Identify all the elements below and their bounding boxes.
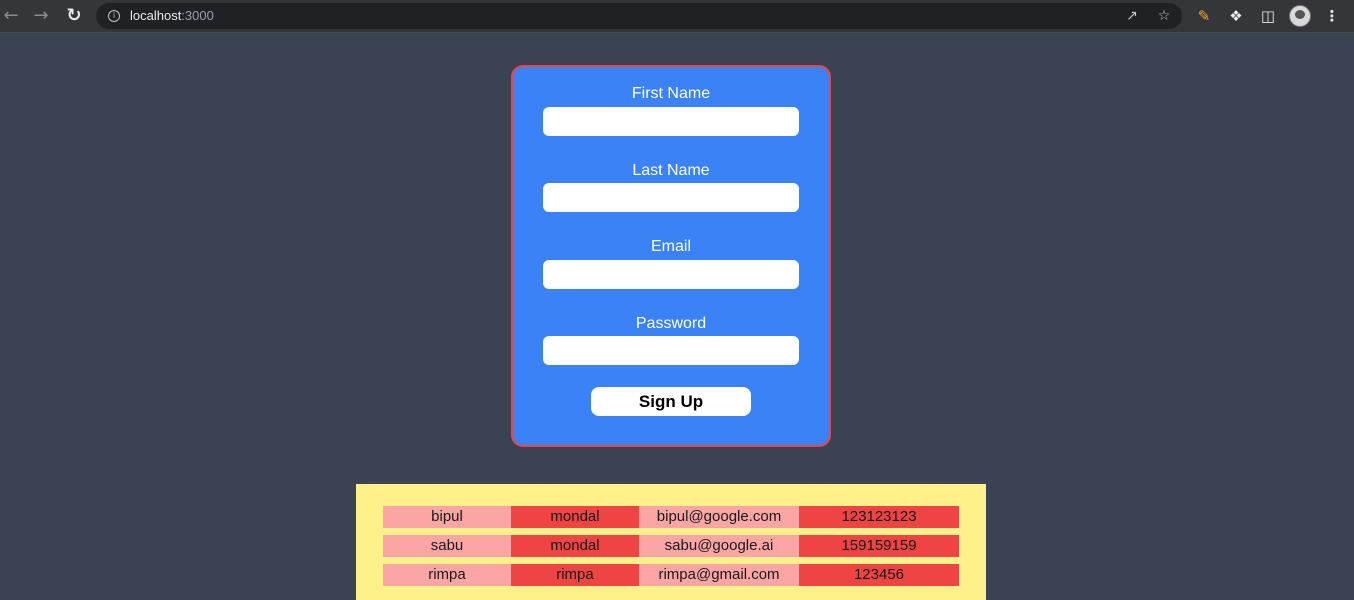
users-table: bipul mondal bipul@google.com 123123123 … [356, 484, 986, 600]
last-name-input[interactable] [543, 183, 799, 212]
last-name-label: Last Name [632, 162, 710, 179]
url-text[interactable]: localhost:3000 [130, 8, 214, 23]
pen-icon[interactable]: ✎ [1194, 6, 1214, 26]
share-icon[interactable]: ↗ [1123, 7, 1141, 25]
back-arrow-icon[interactable]: ← [0, 5, 22, 27]
email-label: Email [650, 238, 691, 255]
url-host: localhost [130, 8, 182, 23]
email-cell: bipul@google.com [639, 506, 799, 528]
first-name-cell: sabu [383, 535, 511, 557]
first-name-label: First Name [631, 85, 711, 102]
table-row: rimpa rimpa rimpa@gmail.com 123456 [383, 564, 959, 586]
sidepanel-icon[interactable]: ◫ [1258, 6, 1278, 26]
email-cell: sabu@google.ai [639, 535, 799, 557]
first-name-cell: bipul [383, 506, 511, 528]
forward-arrow-icon[interactable]: → [30, 5, 52, 27]
profile-avatar[interactable] [1289, 5, 1311, 27]
puzzle-icon[interactable]: ❖ [1226, 6, 1246, 26]
last-name-cell: mondal [511, 535, 639, 557]
table-row: bipul mondal bipul@google.com 123123123 [383, 506, 959, 528]
email-cell: rimpa@gmail.com [639, 564, 799, 586]
password-cell: 123123123 [799, 506, 959, 528]
star-icon[interactable]: ☆ [1155, 7, 1173, 25]
kebab-menu-icon[interactable]: ⋮ [1322, 6, 1342, 26]
password-cell: 123456 [799, 564, 959, 586]
signup-form: First Name Last Name Email Password Sign… [511, 65, 831, 447]
email-input[interactable] [543, 260, 799, 289]
password-label: Password [635, 315, 707, 332]
last-name-cell: rimpa [511, 564, 639, 586]
info-icon[interactable]: i [108, 10, 120, 22]
first-name-cell: rimpa [383, 564, 511, 586]
password-cell: 159159159 [799, 535, 959, 557]
sign-up-button[interactable]: Sign Up [591, 387, 751, 416]
table-row: sabu mondal sabu@google.ai 159159159 [383, 535, 959, 557]
browser-toolbar: ← → ↻ i localhost:3000 ↗ ☆ ✎ ❖ ◫ ⋮ [0, 0, 1354, 33]
last-name-cell: mondal [511, 506, 639, 528]
first-name-input[interactable] [543, 107, 799, 136]
reload-icon[interactable]: ↻ [63, 5, 85, 27]
password-input[interactable] [543, 336, 799, 365]
address-bar[interactable]: i localhost:3000 ↗ ☆ [96, 3, 1182, 29]
url-port: :3000 [181, 8, 214, 23]
